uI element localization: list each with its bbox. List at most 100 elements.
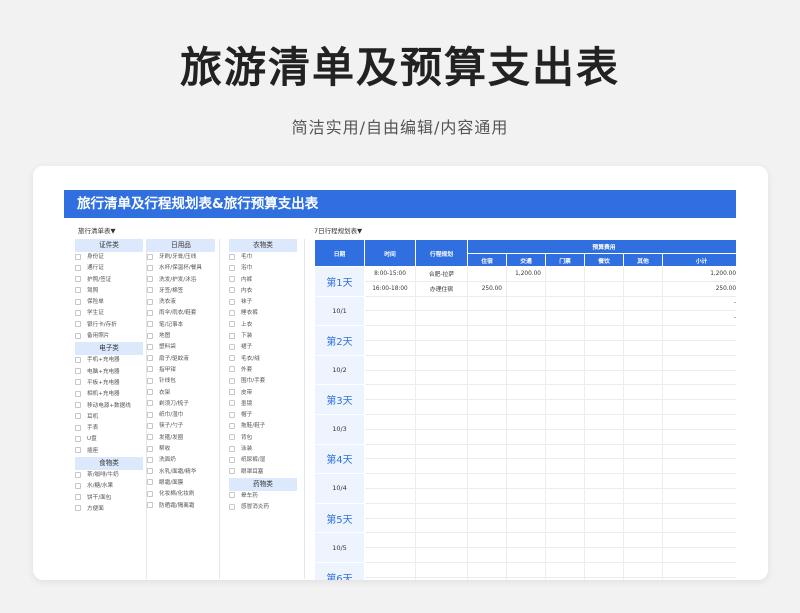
checkbox[interactable] [147, 400, 153, 407]
plan-cell[interactable] [415, 413, 468, 430]
budget-cell[interactable] [661, 458, 736, 475]
budget-cell[interactable] [661, 325, 736, 341]
budget-cell[interactable] [467, 339, 507, 356]
checklist-item[interactable]: 泳装 [229, 444, 297, 455]
checklist-item[interactable]: 水杯/保温杯/餐具 [147, 263, 215, 274]
checkbox[interactable] [75, 505, 81, 512]
budget-cell[interactable] [623, 532, 663, 549]
checklist-item[interactable]: 指甲钳 [147, 365, 215, 376]
plan-cell[interactable] [415, 369, 468, 386]
budget-cell[interactable] [661, 502, 736, 519]
budget-cell[interactable] [623, 561, 663, 578]
checklist-item[interactable]: 电脑+充电器 [75, 367, 143, 378]
time-cell[interactable] [364, 428, 416, 445]
plan-cell[interactable] [415, 458, 468, 475]
checklist-item[interactable]: 毛巾 [229, 252, 297, 263]
checkbox[interactable] [75, 424, 81, 431]
checklist-item[interactable]: 水乳/面霜/精华 [147, 467, 215, 478]
budget-cell[interactable] [623, 487, 663, 504]
budget-cell[interactable] [623, 339, 663, 356]
budget-cell[interactable] [623, 354, 663, 371]
checkbox[interactable] [147, 456, 153, 463]
budget-cell[interactable] [506, 561, 546, 578]
checkbox[interactable] [147, 377, 153, 384]
budget-cell[interactable] [623, 369, 663, 386]
checkbox[interactable] [229, 445, 235, 452]
checkbox[interactable] [229, 332, 235, 339]
budget-cell[interactable] [661, 369, 736, 386]
checkbox[interactable] [229, 321, 235, 328]
time-cell[interactable]: 16:00-18:00 [364, 280, 416, 297]
budget-cell[interactable] [623, 458, 663, 475]
checklist-item[interactable]: 剃须刀/梳子 [147, 399, 215, 410]
budget-cell[interactable] [584, 325, 624, 341]
budget-cell[interactable] [623, 384, 663, 401]
budget-cell[interactable] [584, 428, 624, 445]
time-cell[interactable] [364, 369, 416, 386]
time-cell[interactable] [364, 517, 416, 534]
budget-cell[interactable] [584, 369, 624, 386]
budget-cell[interactable] [661, 339, 736, 356]
checklist-item[interactable]: 洗衣液 [147, 297, 215, 308]
budget-cell[interactable]: 250.00 [661, 280, 736, 297]
checkbox[interactable] [147, 309, 153, 316]
time-cell[interactable] [364, 532, 416, 549]
checkbox[interactable] [147, 468, 153, 475]
budget-cell[interactable] [661, 561, 736, 578]
budget-cell[interactable] [467, 413, 507, 430]
budget-cell[interactable] [506, 280, 546, 297]
budget-cell[interactable] [545, 517, 585, 534]
plan-cell[interactable] [415, 517, 468, 534]
budget-cell[interactable] [623, 517, 663, 534]
budget-cell[interactable] [506, 413, 546, 430]
time-cell[interactable] [364, 325, 416, 341]
budget-cell[interactable] [506, 354, 546, 371]
checkbox[interactable] [229, 377, 235, 384]
budget-cell[interactable]: - [661, 295, 736, 312]
budget-cell[interactable]: - [661, 310, 736, 327]
budget-cell[interactable] [661, 517, 736, 534]
checkbox[interactable] [147, 434, 153, 441]
checklist-item[interactable]: 塑料袋 [147, 342, 215, 353]
plan-cell[interactable] [415, 354, 468, 371]
checkbox[interactable] [75, 356, 81, 363]
budget-cell[interactable] [506, 443, 546, 460]
checklist-item[interactable]: 移动电源+数据线 [75, 401, 143, 412]
budget-cell[interactable] [623, 310, 663, 327]
budget-cell[interactable] [545, 354, 585, 371]
budget-cell[interactable] [584, 473, 624, 489]
budget-cell[interactable] [467, 369, 507, 386]
budget-cell[interactable] [467, 517, 507, 534]
checkbox[interactable] [75, 298, 81, 305]
checklist-item[interactable]: 睡衣裤 [229, 308, 297, 319]
checkbox[interactable] [75, 402, 81, 409]
checklist-item[interactable]: 感冒消炎药 [229, 502, 297, 513]
checkbox[interactable] [75, 390, 81, 397]
budget-cell[interactable] [623, 325, 663, 341]
checklist-item[interactable]: 水/糖/水果 [75, 481, 143, 492]
checklist-item[interactable]: 晕车药 [229, 491, 297, 502]
budget-cell[interactable] [661, 487, 736, 504]
budget-cell[interactable] [467, 576, 507, 580]
checklist-item[interactable]: 方便面 [75, 504, 143, 515]
budget-cell[interactable] [584, 295, 624, 312]
plan-cell[interactable] [415, 473, 468, 489]
time-cell[interactable] [364, 295, 416, 312]
checklist-item[interactable]: 驾照 [75, 286, 143, 297]
checkbox[interactable] [147, 445, 153, 452]
time-cell[interactable] [364, 310, 416, 327]
checkbox[interactable] [75, 332, 81, 339]
budget-cell[interactable] [545, 561, 585, 578]
checkbox[interactable] [229, 503, 235, 510]
checklist-item[interactable]: 筷子/勺子 [147, 421, 215, 432]
budget-cell[interactable] [623, 428, 663, 445]
budget-cell[interactable] [623, 473, 663, 489]
budget-cell[interactable] [467, 310, 507, 327]
checklist-item[interactable]: 插座 [75, 446, 143, 457]
checkbox[interactable] [147, 298, 153, 305]
plan-cell[interactable] [415, 295, 468, 312]
checklist-item[interactable]: 洗发/护发/沐浴 [147, 275, 215, 286]
checkbox[interactable] [229, 422, 235, 429]
checklist-item[interactable]: 衣架 [147, 388, 215, 399]
budget-cell[interactable] [506, 502, 546, 519]
